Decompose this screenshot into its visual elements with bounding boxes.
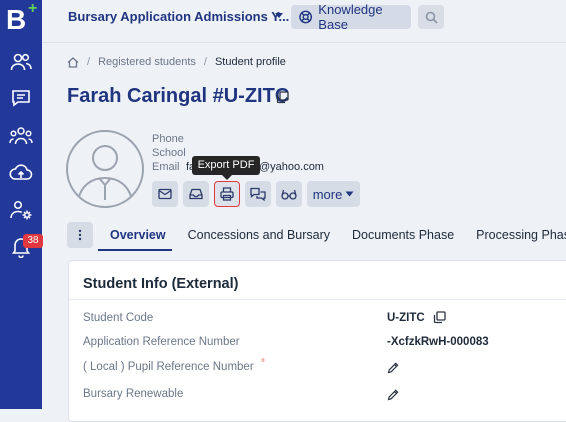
breadcrumb-student-profile: Student profile — [214, 56, 286, 68]
view-button[interactable] — [276, 181, 302, 207]
more-button[interactable]: more — [307, 181, 360, 207]
tab-documents-phase[interactable]: Documents Phase — [340, 219, 464, 251]
bursary-renewable-label: Bursary Renewable — [83, 388, 184, 400]
app-logo[interactable]: B + — [6, 0, 37, 40]
card-divider — [69, 299, 566, 300]
group-icon[interactable] — [7, 122, 35, 150]
home-icon[interactable] — [67, 56, 79, 68]
avatar-placeholder-icon — [77, 145, 133, 201]
breadcrumb-separator: / — [87, 56, 91, 68]
tabs-menu-button[interactable] — [67, 222, 93, 248]
school-label: School — [152, 147, 186, 159]
tab-concessions-bursary[interactable]: Concessions and Bursary — [176, 219, 340, 251]
card-title: Student Info (External) — [83, 276, 239, 292]
notification-badge: 38 — [23, 234, 43, 248]
email-label: Email — [152, 161, 180, 173]
phone-label: Phone — [152, 133, 184, 145]
pupil-reference-label: ( Local ) Pupil Reference Number — [83, 361, 254, 373]
inbox-icon — [189, 188, 203, 200]
pencil-icon[interactable] — [387, 389, 399, 401]
avatar — [66, 130, 144, 208]
copy-icon[interactable] — [276, 91, 289, 104]
student-info-card: Student Info (External) Student Code U-Z… — [68, 260, 566, 422]
tab-overview[interactable]: Overview — [98, 219, 176, 251]
required-indicator: ° — [261, 358, 265, 369]
app-title[interactable]: Bursary Application Admissions Y... — [68, 9, 289, 24]
chevron-down-icon[interactable] — [274, 12, 284, 20]
student-code-label: Student Code — [83, 312, 154, 324]
messages-button[interactable] — [245, 181, 271, 207]
breadcrumb-separator: / — [203, 56, 207, 68]
glasses-icon — [281, 189, 297, 200]
student-code-value: U-ZITC — [387, 312, 425, 324]
search-button[interactable] — [418, 5, 444, 29]
export-pdf-tooltip: Export PDF — [192, 156, 260, 180]
more-label: more — [312, 186, 343, 202]
student-name: Farah Caringal — [67, 85, 208, 107]
logo-plus: + — [28, 0, 38, 17]
mail-icon — [158, 188, 172, 200]
chat-icon — [250, 187, 266, 201]
top-bar: Bursary Application Admissions Y... Know… — [42, 0, 566, 43]
user-settings-icon[interactable] — [7, 196, 35, 224]
sidebar: B + 38 — [0, 0, 43, 409]
profile-tabs: Overview Concessions and Bursary Documen… — [98, 219, 566, 251]
cloud-upload-icon[interactable] — [7, 159, 35, 187]
active-tab-indicator — [98, 249, 172, 251]
lifebuoy-icon — [299, 10, 313, 24]
caret-down-icon — [345, 191, 354, 197]
inbox-button[interactable] — [183, 181, 209, 207]
users-icon[interactable] — [7, 48, 35, 76]
breadcrumb-registered-students[interactable]: Registered students — [98, 56, 196, 68]
tab-processing-phase[interactable]: Processing Phase — [464, 219, 566, 251]
copy-icon[interactable] — [433, 311, 446, 324]
profile-actions: more — [152, 181, 360, 207]
pencil-icon[interactable] — [387, 362, 399, 374]
email-value-end: @yahoo.com — [259, 161, 324, 173]
kebab-icon — [78, 229, 82, 241]
logo-letter: B — [6, 4, 27, 35]
page-title: Farah Caringal #U-ZITC — [67, 85, 289, 108]
printer-icon — [220, 187, 234, 201]
knowledge-base-label: Knowledge Base — [318, 2, 383, 32]
breadcrumb: / Registered students / Student profile — [67, 56, 286, 68]
application-reference-label: Application Reference Number — [83, 336, 240, 348]
application-reference-value: -XcfzkRwH-000083 — [387, 336, 489, 348]
email-button[interactable] — [152, 181, 178, 207]
knowledge-base-button[interactable]: Knowledge Base — [291, 2, 411, 32]
search-icon — [425, 11, 438, 24]
chat-icon[interactable] — [7, 84, 35, 112]
